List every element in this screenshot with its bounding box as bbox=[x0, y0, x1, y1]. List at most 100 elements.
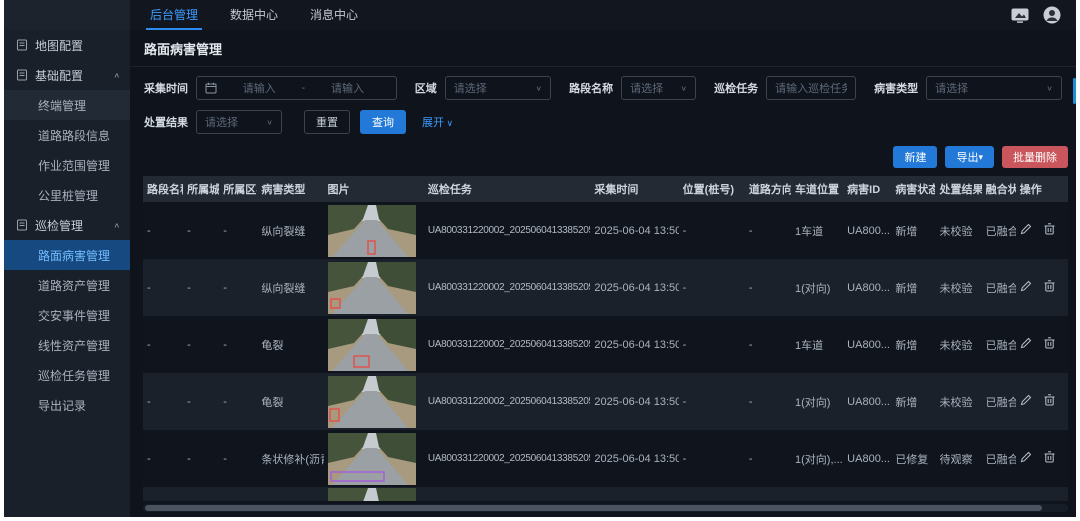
table-row[interactable] bbox=[143, 487, 1068, 501]
cell-operations bbox=[1016, 373, 1068, 430]
disease-photo[interactable] bbox=[328, 433, 416, 485]
sidebar-item-道路资产管理[interactable]: 道路资产管理 bbox=[4, 270, 130, 300]
disease-photo[interactable] bbox=[328, 262, 416, 314]
sidebar-item-label: 基础配置 bbox=[35, 67, 83, 84]
logo-area bbox=[4, 0, 130, 30]
column-header: 融合状态 bbox=[982, 176, 1016, 202]
menu-doc-icon bbox=[16, 39, 28, 51]
column-header: 所属区县 bbox=[219, 176, 257, 202]
sidebar-item-公里桩管理[interactable]: 公里桩管理 bbox=[4, 180, 130, 210]
tab-消息中心[interactable]: 消息中心 bbox=[294, 0, 374, 30]
delete-icon[interactable] bbox=[1044, 337, 1055, 349]
main-content: 路面病害管理 采集时间 请输入 - 请输入 区域 请选择 路段名称 请选择 巡检… bbox=[130, 30, 1076, 517]
sidebar-item-巡检任务管理[interactable]: 巡检任务管理 bbox=[4, 360, 130, 390]
cell-road-name: - bbox=[143, 316, 183, 373]
handle-result-select[interactable]: 请选择 bbox=[196, 110, 282, 134]
cell-handle-result: 未校验 bbox=[935, 316, 981, 373]
disease-photo[interactable] bbox=[328, 319, 416, 371]
delete-icon[interactable] bbox=[1044, 223, 1055, 235]
export-button[interactable]: 导出 bbox=[945, 146, 994, 168]
cell-fusion-status: 已融合 bbox=[982, 202, 1016, 259]
user-avatar-icon[interactable] bbox=[1042, 5, 1062, 25]
chevron-up-icon: ∧ bbox=[113, 71, 120, 79]
cell-disease-id: UA800... bbox=[843, 259, 891, 316]
cell-operations bbox=[1016, 487, 1068, 501]
sidebar-item-作业范围管理[interactable]: 作业范围管理 bbox=[4, 150, 130, 180]
cell-road-name: - bbox=[143, 259, 183, 316]
cell-image bbox=[324, 316, 424, 373]
sidebar-item-路面病害管理[interactable]: 路面病害管理 bbox=[4, 240, 130, 270]
edit-icon[interactable] bbox=[1020, 337, 1032, 349]
cell-disease-status: 新增 bbox=[891, 259, 935, 316]
cell-image bbox=[324, 430, 424, 487]
sidebar-item-label: 终端管理 bbox=[38, 97, 86, 114]
region-label: 区域 bbox=[415, 80, 437, 96]
horizontal-scrollbar-thumb[interactable] bbox=[145, 505, 1042, 511]
disease-type-select[interactable]: 请选择 bbox=[926, 76, 1062, 100]
sidebar-item-导出记录[interactable]: 导出记录 bbox=[4, 390, 130, 420]
edit-icon[interactable] bbox=[1020, 394, 1032, 406]
region-select[interactable]: 请选择 bbox=[445, 76, 551, 100]
chevron-up-icon: ∧ bbox=[113, 221, 120, 229]
disease-photo[interactable] bbox=[328, 205, 416, 257]
horizontal-scrollbar[interactable] bbox=[143, 504, 1068, 512]
cell-city: - bbox=[183, 373, 219, 430]
sidebar-item-label: 作业范围管理 bbox=[38, 157, 110, 174]
sidebar-item-道路路段信息[interactable]: 道路路段信息 bbox=[4, 120, 130, 150]
sidebar-item-线性资产管理[interactable]: 线性资产管理 bbox=[4, 330, 130, 360]
create-button[interactable]: 新建 bbox=[893, 146, 937, 168]
table-row[interactable]: - - - 条状修补(沥青) UA800331220002_2025060413… bbox=[143, 430, 1068, 487]
cell-disease-status: 新增 bbox=[891, 373, 935, 430]
disease-photo[interactable] bbox=[328, 376, 416, 428]
table-row[interactable]: - - - 龟裂 UA800331220002_2025060413385205… bbox=[143, 373, 1068, 430]
search-button[interactable]: 查询 bbox=[360, 110, 406, 134]
cell-position bbox=[679, 487, 745, 501]
road-name-select[interactable]: 请选择 bbox=[621, 76, 696, 100]
batch-delete-button[interactable]: 批量删除 bbox=[1002, 146, 1068, 168]
cell-image bbox=[324, 373, 424, 430]
table-row[interactable]: - - - 龟裂 UA800331220002_2025060413385205… bbox=[143, 316, 1068, 373]
sidebar-item-地图配置[interactable]: 地图配置 bbox=[4, 30, 130, 60]
sidebar-item-label: 巡检管理 bbox=[35, 217, 83, 234]
edit-icon[interactable] bbox=[1020, 223, 1032, 235]
column-header: 路段名称 bbox=[143, 176, 183, 202]
column-header: 巡检任务 bbox=[424, 176, 591, 202]
reset-button[interactable]: 重置 bbox=[304, 110, 350, 134]
edit-icon[interactable] bbox=[1020, 451, 1032, 463]
delete-icon[interactable] bbox=[1044, 451, 1055, 463]
delete-icon[interactable] bbox=[1044, 280, 1055, 292]
column-header: 病害类型 bbox=[257, 176, 323, 202]
column-header: 所属城市 bbox=[183, 176, 219, 202]
cell-position: - bbox=[679, 202, 745, 259]
patrol-task-input[interactable]: 请输入巡检任务名称 bbox=[766, 76, 856, 100]
sidebar-item-label: 路面病害管理 bbox=[38, 247, 110, 264]
sidebar-item-巡检管理[interactable]: 巡检管理 ∧ bbox=[4, 210, 130, 240]
cell-image bbox=[324, 202, 424, 259]
sidebar-item-终端管理[interactable]: 终端管理 bbox=[4, 90, 130, 120]
screen-cast-icon[interactable] bbox=[1010, 5, 1030, 25]
sidebar-item-基础配置[interactable]: 基础配置 ∧ bbox=[4, 60, 130, 90]
sidebar-item-交安事件管理[interactable]: 交安事件管理 bbox=[4, 300, 130, 330]
cell-lane bbox=[791, 487, 843, 501]
table-row[interactable]: - - - 纵向裂缝 UA800331220002_20250604133852… bbox=[143, 202, 1068, 259]
sidebar-item-label: 巡检任务管理 bbox=[38, 367, 110, 384]
cell-disease-type: 条状修补(沥青) bbox=[257, 430, 323, 487]
cell-patrol-task: UA800331220002_20250604133852059 bbox=[424, 430, 591, 487]
cell-county: - bbox=[219, 316, 257, 373]
collect-time-range-input[interactable]: 请输入 - 请输入 bbox=[196, 76, 397, 100]
sidebar-item-label: 导出记录 bbox=[38, 397, 86, 414]
menu-doc-icon bbox=[16, 69, 28, 81]
disease-type-placeholder: 请选择 bbox=[935, 80, 968, 96]
column-header: 处置结果 bbox=[935, 176, 981, 202]
filter-row-2: 处置结果 请选择 重置 查询 展开 bbox=[144, 110, 1062, 134]
cell-direction: - bbox=[745, 373, 791, 430]
expand-filters-link[interactable]: 展开 bbox=[422, 114, 453, 130]
disease-photo[interactable] bbox=[328, 488, 416, 501]
vertical-scrollbar-thumb[interactable] bbox=[1073, 78, 1076, 104]
edit-icon[interactable] bbox=[1020, 280, 1032, 292]
tab-后台管理[interactable]: 后台管理 bbox=[134, 0, 214, 30]
table-row[interactable]: - - - 纵向裂缝 UA800331220002_20250604133852… bbox=[143, 259, 1068, 316]
cell-handle-result bbox=[935, 487, 981, 501]
tab-数据中心[interactable]: 数据中心 bbox=[214, 0, 294, 30]
delete-icon[interactable] bbox=[1044, 394, 1055, 406]
